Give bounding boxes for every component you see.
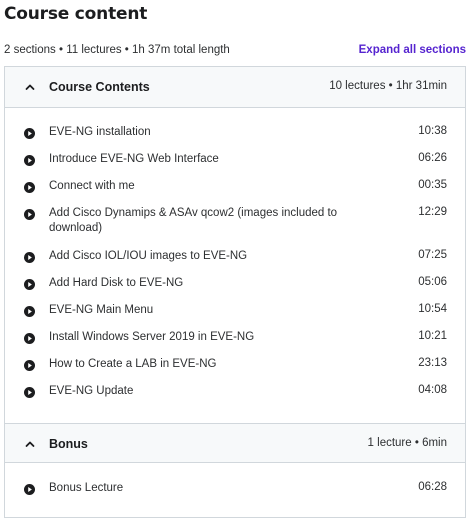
lecture-duration: 12:29 <box>418 206 447 218</box>
lecture-duration: 07:25 <box>418 249 447 261</box>
play-circle-icon <box>24 484 35 495</box>
lecture-duration: 23:13 <box>418 357 447 369</box>
lecture-title: EVE-NG Update <box>49 385 134 397</box>
course-summary: 2 sections • 11 lectures • 1h 37m total … <box>4 44 230 56</box>
page-title: Course content <box>4 4 148 24</box>
section-title: Bonus <box>49 437 88 451</box>
lecture-duration: 05:06 <box>418 276 447 288</box>
chevron-up-icon <box>25 441 35 447</box>
play-circle-icon <box>24 252 35 263</box>
lecture-title: Add Hard Disk to EVE-NG <box>49 277 184 289</box>
lecture-duration: 06:26 <box>418 152 447 164</box>
chevron-up-icon <box>25 84 35 90</box>
lecture-title: Introduce EVE-NG Web Interface <box>49 153 219 165</box>
lecture-title: How to Create a LAB in EVE-NG <box>49 358 217 370</box>
lecture-title: Install Windows Server 2019 in EVE-NG <box>49 331 255 343</box>
lecture-duration: 10:21 <box>418 330 447 342</box>
lecture-title: EVE-NG Main Menu <box>49 304 154 316</box>
play-circle-icon <box>24 209 35 220</box>
section-title: Course Contents <box>49 80 150 94</box>
play-circle-icon <box>24 128 35 139</box>
lecture-duration: 06:28 <box>418 481 447 493</box>
section-meta: 10 lectures • 1hr 31min <box>329 80 447 92</box>
expand-all-sections-link[interactable]: Expand all sections <box>359 44 466 56</box>
lecture-title: Connect with me <box>49 180 135 192</box>
play-circle-icon <box>24 306 35 317</box>
play-circle-icon <box>24 360 35 371</box>
course-outline: Course Contents 10 lectures • 1hr 31min … <box>4 66 466 518</box>
lecture-duration: 10:54 <box>418 303 447 315</box>
section-meta: 1 lecture • 6min <box>367 437 447 449</box>
lecture-duration: 10:38 <box>418 125 447 137</box>
lecture-title: Add Cisco IOL/IOU images to EVE-NG <box>49 250 248 262</box>
lecture-title: Bonus Lecture <box>49 482 124 494</box>
play-circle-icon <box>24 182 35 193</box>
section-header-course-contents[interactable]: Course Contents 10 lectures • 1hr 31min <box>5 67 465 108</box>
lecture-duration: 04:08 <box>418 384 447 396</box>
lecture-title: EVE-NG installation <box>49 126 151 138</box>
lecture-title: Add Cisco Dynamips & ASAv qcow2 (images … <box>49 207 338 234</box>
play-circle-icon <box>24 279 35 290</box>
section-header-bonus[interactable]: Bonus 1 lecture • 6min <box>5 423 465 463</box>
play-circle-icon <box>24 387 35 398</box>
lecture-duration: 00:35 <box>418 179 447 191</box>
play-circle-icon <box>24 155 35 166</box>
play-circle-icon <box>24 333 35 344</box>
